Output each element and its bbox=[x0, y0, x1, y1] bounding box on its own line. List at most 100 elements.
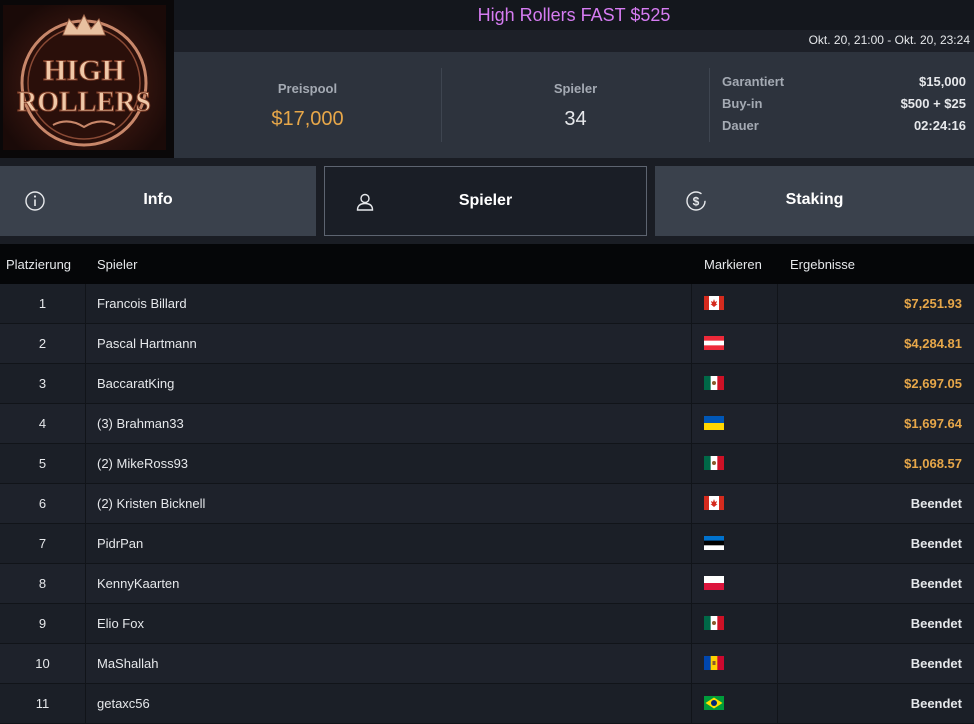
brazil-flag-icon bbox=[704, 696, 724, 710]
column-divider bbox=[691, 564, 692, 604]
player-name-cell[interactable]: (3) Brahman33 bbox=[97, 416, 184, 431]
table-row[interactable]: 6 (2) Kristen Bicknell Beendet bbox=[0, 484, 974, 524]
buyin-value: $500 + $25 bbox=[900, 96, 966, 111]
table-row[interactable]: 7 PidrPan Beendet bbox=[0, 524, 974, 564]
table-row[interactable]: 1 Francois Billard $7,251.93 bbox=[0, 284, 974, 324]
column-divider bbox=[777, 644, 778, 684]
player-name-cell[interactable]: (2) Kristen Bicknell bbox=[97, 496, 205, 511]
column-divider bbox=[691, 684, 692, 724]
column-divider bbox=[777, 564, 778, 604]
result-cell: Beendet bbox=[910, 616, 962, 631]
tab-players-label: Spieler bbox=[458, 192, 513, 209]
results-table-header: Platzierung Spieler Markieren Ergebnisse bbox=[0, 244, 974, 284]
tournament-details: Garantiert $15,000 Buy-in $500 + $25 Dau… bbox=[722, 74, 966, 140]
player-column-header[interactable]: Spieler bbox=[97, 257, 137, 272]
player-name-cell[interactable]: BaccaratKing bbox=[97, 376, 174, 391]
player-name-cell[interactable]: Francois Billard bbox=[97, 296, 187, 311]
guaranteed-row: Garantiert $15,000 bbox=[722, 74, 966, 96]
mexico-flag-icon bbox=[704, 376, 724, 390]
table-row[interactable]: 4 (3) Brahman33 $1,697.64 bbox=[0, 404, 974, 444]
tab-bar: Info Spieler $ Staking bbox=[0, 158, 974, 244]
prizepool-label: Preispool bbox=[277, 81, 338, 96]
player-name-cell[interactable]: MaShallah bbox=[97, 656, 158, 671]
column-divider bbox=[85, 444, 86, 484]
stats-divider bbox=[709, 68, 710, 142]
column-divider bbox=[691, 524, 692, 564]
table-row[interactable]: 9 Elio Fox Beendet bbox=[0, 604, 974, 644]
column-divider bbox=[691, 604, 692, 644]
guaranteed-value: $15,000 bbox=[919, 74, 966, 89]
result-cell: $2,697.05 bbox=[904, 376, 962, 391]
column-divider bbox=[85, 524, 86, 564]
rank-cell: 11 bbox=[35, 696, 50, 711]
stats-panel: Preispool $17,000 Spieler 34 Garantiert … bbox=[174, 52, 974, 158]
players-label: Spieler bbox=[553, 81, 598, 96]
column-divider bbox=[85, 684, 86, 724]
rank-cell: 4 bbox=[38, 416, 47, 431]
player-name-cell[interactable]: getaxc56 bbox=[97, 696, 150, 711]
mark-column-header[interactable]: Markieren bbox=[704, 257, 762, 272]
player-name-cell[interactable]: KennyKaarten bbox=[97, 576, 179, 591]
poland-flag-icon bbox=[704, 576, 724, 590]
column-divider bbox=[691, 284, 692, 324]
column-divider bbox=[777, 324, 778, 364]
prizepool-stat: Preispool $17,000 bbox=[174, 52, 441, 158]
tab-staking[interactable]: $ Staking bbox=[655, 166, 974, 236]
duration-value: 02:24:16 bbox=[913, 118, 966, 133]
title-bar: High Rollers FAST $525 bbox=[174, 0, 974, 30]
estonia-flag-icon bbox=[704, 536, 724, 550]
column-divider bbox=[691, 484, 692, 524]
logo-text-high: HIGH bbox=[43, 54, 125, 87]
rank-cell: 2 bbox=[38, 336, 47, 351]
duration-label: Dauer bbox=[722, 118, 759, 133]
duration-row: Dauer 02:24:16 bbox=[722, 118, 966, 140]
table-row[interactable]: 8 KennyKaarten Beendet bbox=[0, 564, 974, 604]
result-cell: $4,284.81 bbox=[904, 336, 962, 351]
results-column-header[interactable]: Ergebnisse bbox=[790, 257, 855, 272]
column-divider bbox=[777, 444, 778, 484]
rank-column-header[interactable]: Platzierung bbox=[6, 257, 71, 272]
mexico-flag-icon bbox=[704, 456, 724, 470]
tab-info[interactable]: Info bbox=[0, 166, 316, 236]
players-value: 34 bbox=[564, 108, 587, 130]
table-row[interactable]: 10 MaShallah Beendet bbox=[0, 644, 974, 684]
result-cell: $7,251.93 bbox=[904, 296, 962, 311]
player-name-cell[interactable]: Pascal Hartmann bbox=[97, 336, 197, 351]
rank-cell: 5 bbox=[38, 456, 47, 471]
moldova-flag-icon bbox=[704, 656, 724, 670]
results-table-body: 1 Francois Billard $7,251.93 2 Pascal Hartma… bbox=[0, 284, 974, 724]
tournament-logo: HIGH ROLLERS bbox=[0, 0, 174, 158]
column-divider bbox=[85, 284, 86, 324]
table-row[interactable]: 11 getaxc56 Beendet bbox=[0, 684, 974, 724]
result-cell: $1,068.57 bbox=[904, 456, 962, 471]
column-divider bbox=[691, 324, 692, 364]
column-divider bbox=[777, 484, 778, 524]
buyin-row: Buy-in $500 + $25 bbox=[722, 96, 966, 118]
rank-cell: 3 bbox=[38, 376, 47, 391]
column-divider bbox=[777, 284, 778, 324]
column-divider bbox=[691, 404, 692, 444]
table-row[interactable]: 2 Pascal Hartmann $4,284.81 bbox=[0, 324, 974, 364]
table-row[interactable]: 3 BaccaratKing $2,697.05 bbox=[0, 364, 974, 404]
players-stat: Spieler 34 bbox=[442, 52, 709, 158]
column-divider bbox=[85, 604, 86, 644]
rank-cell: 10 bbox=[35, 656, 50, 671]
result-cell: Beendet bbox=[910, 496, 962, 511]
column-divider bbox=[85, 404, 86, 444]
mexico-flag-icon bbox=[704, 616, 724, 630]
player-name-cell[interactable]: (2) MikeRoss93 bbox=[97, 456, 188, 471]
column-divider bbox=[691, 444, 692, 484]
player-name-cell[interactable]: Elio Fox bbox=[97, 616, 144, 631]
table-row[interactable]: 5 (2) MikeRoss93 $1,068.57 bbox=[0, 444, 974, 484]
column-divider bbox=[691, 364, 692, 404]
column-divider bbox=[85, 324, 86, 364]
high-rollers-logo-icon: HIGH ROLLERS bbox=[17, 13, 151, 147]
result-cell: Beendet bbox=[910, 656, 962, 671]
result-cell: Beendet bbox=[910, 696, 962, 711]
canada-flag-icon bbox=[704, 496, 724, 510]
date-bar: Okt. 20, 21:00 - Okt. 20, 23:24 bbox=[174, 30, 974, 52]
player-name-cell[interactable]: PidrPan bbox=[97, 536, 143, 551]
tab-players[interactable]: Spieler bbox=[324, 166, 647, 236]
canada-flag-icon bbox=[704, 296, 724, 310]
column-divider bbox=[777, 524, 778, 564]
